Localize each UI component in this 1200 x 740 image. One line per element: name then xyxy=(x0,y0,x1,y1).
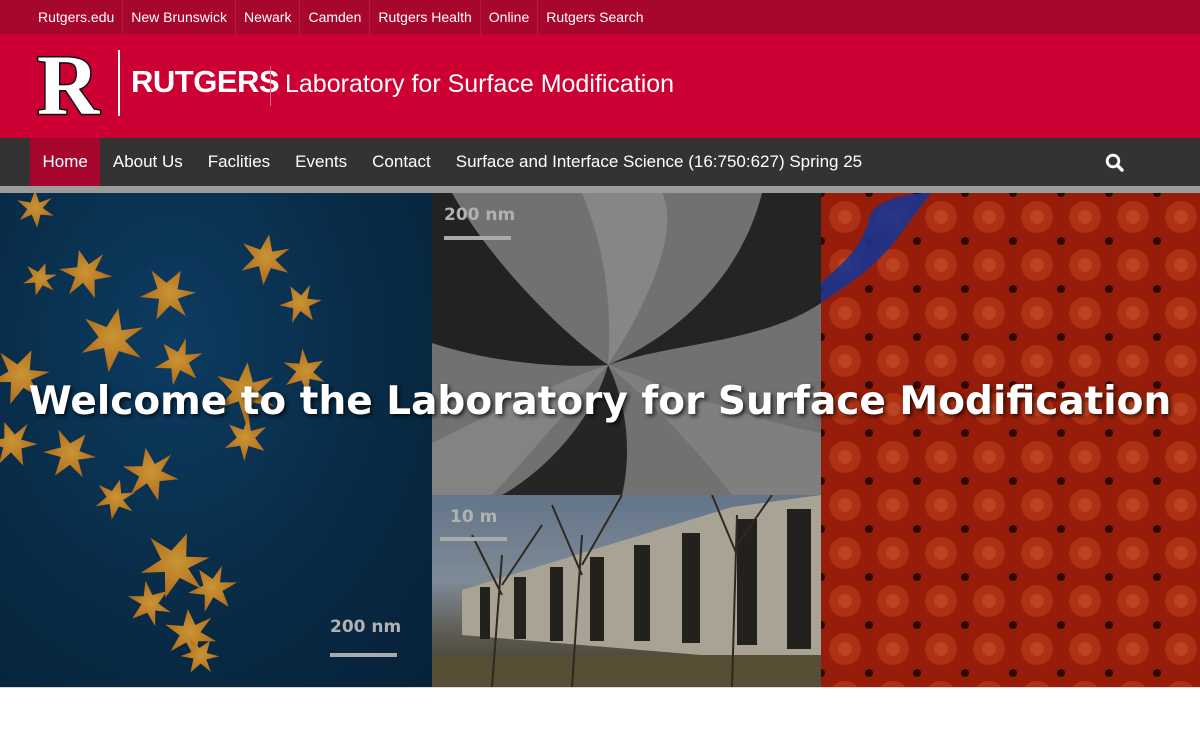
utility-item: Camden xyxy=(300,0,371,34)
nav-item-events: Events xyxy=(283,138,360,186)
nav-item-home: Home xyxy=(30,138,101,186)
site-header: R RUTGERS Laboratory for Surface Modific… xyxy=(0,34,1200,138)
utility-item: Rutgers.edu xyxy=(30,0,124,34)
main-nav-list: Home About Us Faclities Events Contact S… xyxy=(0,138,1200,186)
nav-item-about-us: About Us xyxy=(100,138,195,186)
rutgers-r-logo[interactable]: R xyxy=(30,50,106,118)
utility-item: Rutgers Search xyxy=(538,0,651,34)
main-nav: Home About Us Faclities Events Contact S… xyxy=(0,138,1200,186)
utility-item: Rutgers Health xyxy=(370,0,481,34)
utility-bar: Rutgers.edu New Brunswick Newark Camden … xyxy=(0,0,1200,34)
nav-link-course[interactable]: Surface and Interface Science (16:750:62… xyxy=(456,152,862,172)
site-title[interactable]: Laboratory for Surface Modification xyxy=(285,70,674,99)
nav-link-facilities[interactable]: Faclities xyxy=(208,152,270,172)
nav-link-about-us[interactable]: About Us xyxy=(113,152,183,172)
header-divider xyxy=(270,66,271,106)
nav-underline xyxy=(0,186,1200,193)
utility-link-rutgers-edu[interactable]: Rutgers.edu xyxy=(38,9,114,25)
utility-link-new-brunswick[interactable]: New Brunswick xyxy=(131,9,227,25)
utility-item: Online xyxy=(481,0,539,34)
nav-item-facilities: Faclities xyxy=(195,138,282,186)
svg-text:R: R xyxy=(37,50,100,118)
hero-bottom-border xyxy=(0,687,1200,688)
nav-link-contact[interactable]: Contact xyxy=(372,152,431,172)
utility-item: Newark xyxy=(236,0,301,34)
logo-divider xyxy=(118,50,120,116)
utility-link-rutgers-health[interactable]: Rutgers Health xyxy=(378,9,471,25)
nav-link-home[interactable]: Home xyxy=(43,152,88,172)
utility-link-camden[interactable]: Camden xyxy=(308,9,361,25)
utility-link-rutgers-search[interactable]: Rutgers Search xyxy=(546,9,643,25)
search-icon[interactable] xyxy=(1104,152,1126,174)
utility-link-online[interactable]: Online xyxy=(489,9,529,25)
nav-link-events[interactable]: Events xyxy=(295,152,347,172)
rutgers-wordmark[interactable]: RUTGERS xyxy=(131,64,280,100)
nav-item-contact: Contact xyxy=(360,138,444,186)
hero-heading: Welcome to the Laboratory for Surface Mo… xyxy=(28,379,1172,424)
utility-links: Rutgers.edu New Brunswick Newark Camden … xyxy=(0,0,1200,34)
hero-overlay xyxy=(0,193,1200,687)
utility-link-newark[interactable]: Newark xyxy=(244,9,291,25)
utility-item: New Brunswick xyxy=(123,0,236,34)
hero-banner: 200 nm 200 nm 10 m Welcome to the Labora… xyxy=(0,193,1200,687)
nav-item-course: Surface and Interface Science (16:750:62… xyxy=(443,138,874,186)
